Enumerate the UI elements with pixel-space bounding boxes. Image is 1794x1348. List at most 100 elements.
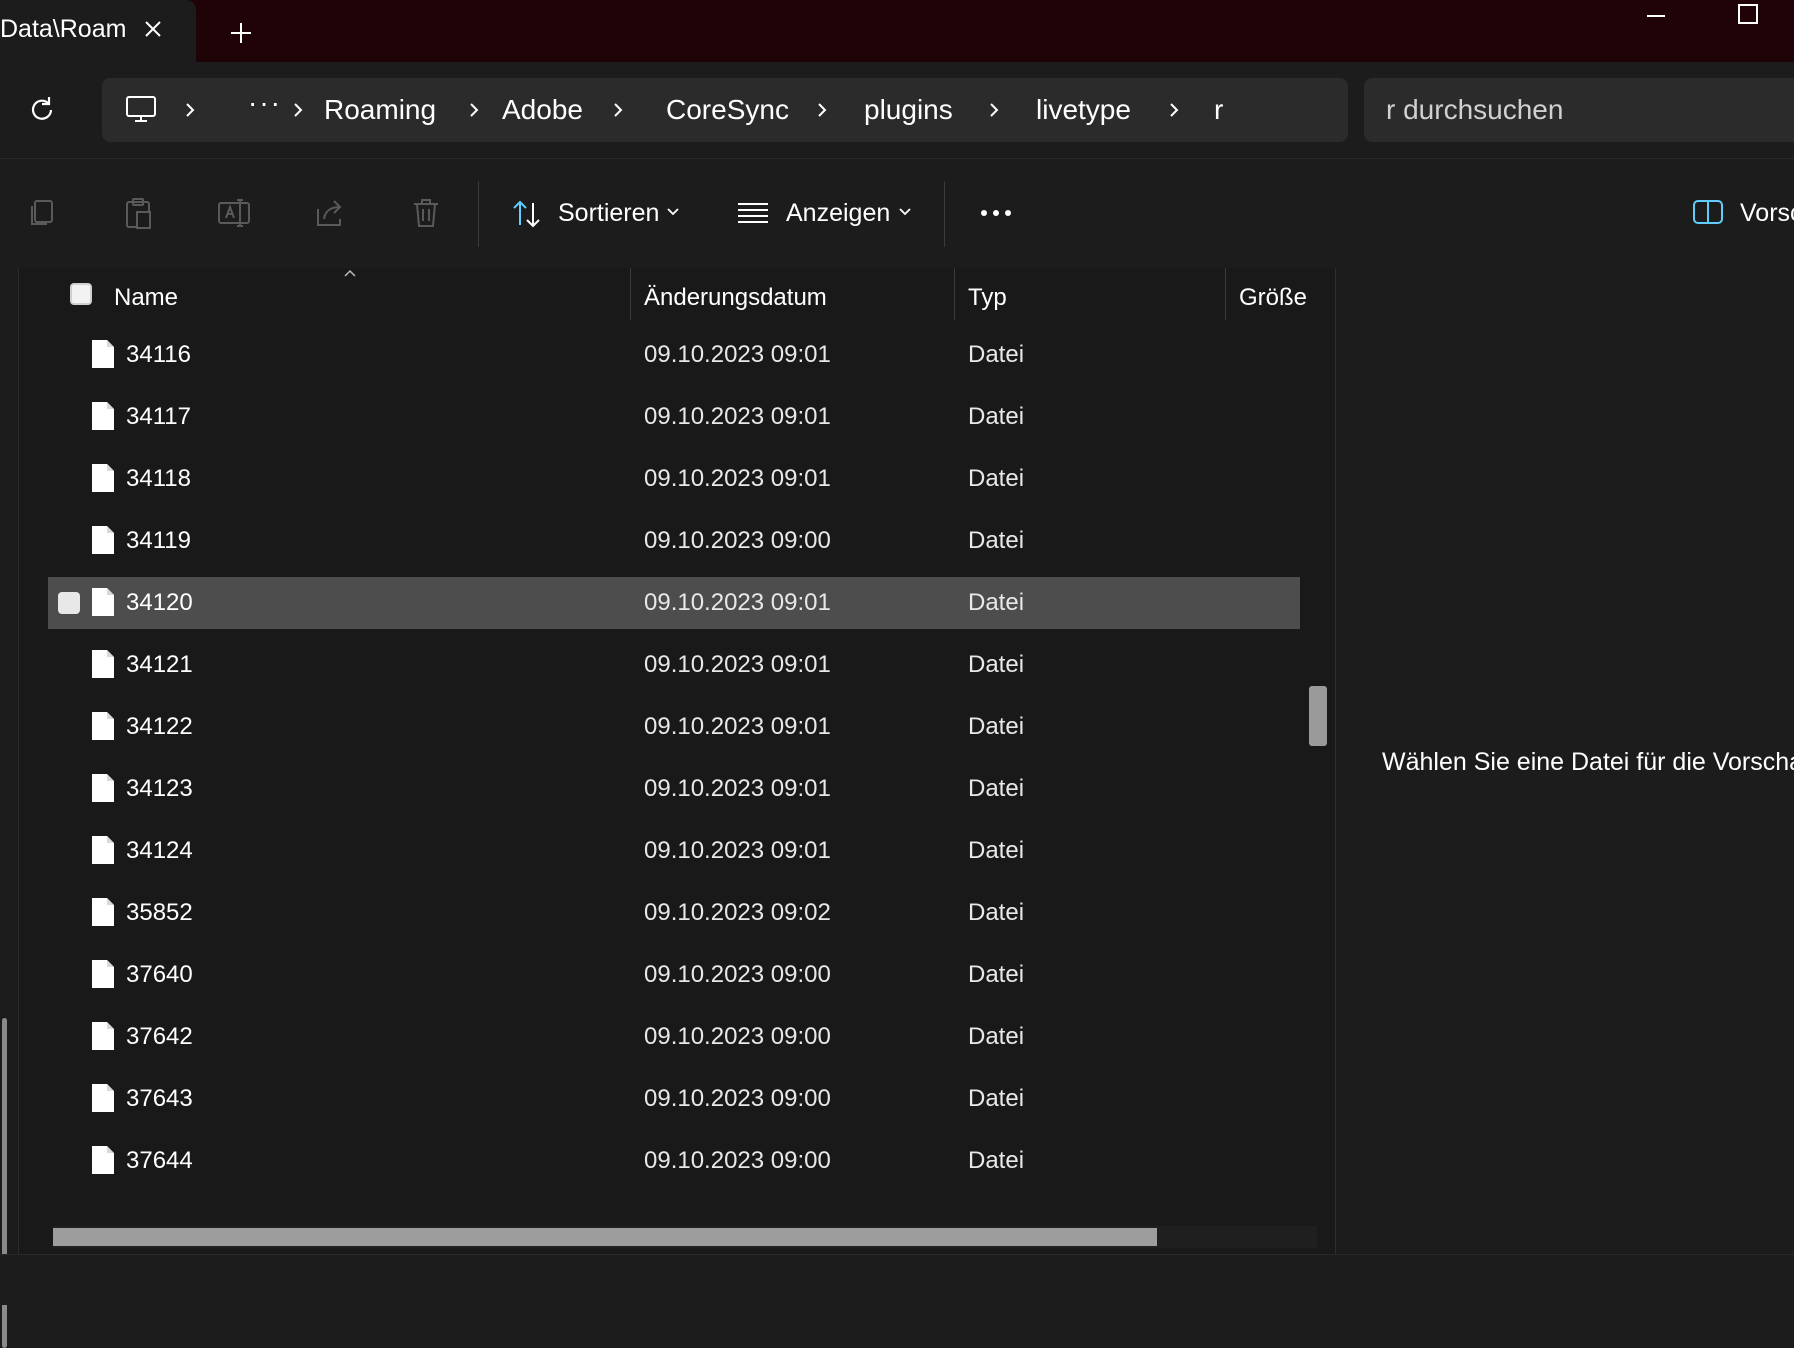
- file-type: Datei: [968, 465, 1025, 492]
- file-icon: [92, 712, 114, 740]
- select-all-checkbox[interactable]: [70, 283, 92, 305]
- file-icon: [92, 650, 114, 678]
- file-row[interactable]: 34119 09.10.2023 09:00 Datei: [48, 515, 1300, 567]
- file-name: 34117: [126, 403, 191, 430]
- file-row[interactable]: 34123 09.10.2023 09:01 Datei: [48, 763, 1300, 815]
- command-bar: Sortieren Anzeigen Vorsc: [0, 158, 1794, 270]
- file-type: Datei: [968, 899, 1025, 926]
- file-type: Datei: [968, 403, 1025, 430]
- view-button[interactable]: Anzeigen: [736, 187, 912, 239]
- breadcrumb-item-plugins[interactable]: plugins: [864, 78, 953, 142]
- file-row[interactable]: 34117 09.10.2023 09:01 Datei: [48, 391, 1300, 443]
- column-header-date[interactable]: Änderungsdatum: [644, 284, 827, 312]
- file-name: 34124: [126, 837, 193, 864]
- breadcrumb-item-r[interactable]: r: [1214, 78, 1223, 142]
- horizontal-scrollbar-thumb[interactable]: [53, 1228, 1157, 1246]
- column-divider[interactable]: [1225, 268, 1226, 320]
- more-options-icon[interactable]: [972, 191, 1020, 235]
- column-divider[interactable]: [630, 268, 631, 320]
- breadcrumb-item-livetype[interactable]: livetype: [1036, 78, 1131, 142]
- column-header-row: Name Änderungsdatum Typ Größe: [19, 268, 1335, 324]
- view-label: Anzeigen: [786, 199, 891, 227]
- file-list: Name Änderungsdatum Typ Größe 34116 09.10…: [19, 268, 1335, 1254]
- chevron-down-icon: [667, 208, 679, 216]
- file-row[interactable]: 34122 09.10.2023 09:01 Datei: [48, 701, 1300, 753]
- paste-icon[interactable]: [118, 193, 158, 233]
- refresh-icon[interactable]: [24, 92, 60, 128]
- breadcrumb-item-coresync[interactable]: CoreSync: [666, 78, 789, 142]
- file-name: 37642: [126, 1023, 193, 1050]
- file-date: 09.10.2023 09:01: [644, 837, 831, 864]
- file-row[interactable]: 35852 09.10.2023 09:02 Datei: [48, 887, 1300, 939]
- file-row[interactable]: 34124 09.10.2023 09:01 Datei: [48, 825, 1300, 877]
- preview-pane-button[interactable]: Vorsc: [1688, 187, 1794, 239]
- minimize-icon[interactable]: [1644, 4, 1668, 28]
- preview-pane: Wählen Sie eine Datei für die Vorschau: [1336, 268, 1794, 1254]
- chevron-right-icon[interactable]: [812, 100, 832, 120]
- file-type: Datei: [968, 713, 1025, 740]
- breadcrumb-item-roaming[interactable]: Roaming: [324, 78, 436, 142]
- chevron-down-icon: [899, 208, 911, 216]
- column-header-name[interactable]: Name: [114, 284, 178, 312]
- file-name: 34121: [126, 651, 193, 678]
- sort-icon: [513, 200, 540, 228]
- file-row[interactable]: 34121 09.10.2023 09:01 Datei: [48, 639, 1300, 691]
- file-rows: 34116 09.10.2023 09:01 Datei 34117 09.10.202…: [19, 324, 1335, 1204]
- file-row[interactable]: 34116 09.10.2023 09:01 Datei: [48, 329, 1300, 381]
- file-icon: [92, 960, 114, 988]
- file-date: 09.10.2023 09:00: [644, 1023, 831, 1050]
- column-header-type[interactable]: Typ: [968, 284, 1007, 312]
- delete-icon[interactable]: [406, 193, 446, 233]
- breadcrumb[interactable]: ··· Roaming Adobe CoreSync plugins livet…: [102, 78, 1348, 142]
- file-icon: [92, 588, 114, 616]
- file-icon: [92, 1022, 114, 1050]
- file-icon: [92, 526, 114, 554]
- file-row[interactable]: 37640 09.10.2023 09:00 Datei: [48, 949, 1300, 1001]
- sort-button[interactable]: Sortieren: [510, 187, 686, 239]
- file-date: 09.10.2023 09:00: [644, 1147, 831, 1174]
- row-checkbox[interactable]: [58, 592, 80, 614]
- sort-up-icon: [344, 269, 356, 277]
- vertical-scrollbar-thumb[interactable]: [1309, 686, 1327, 746]
- computer-icon[interactable]: [124, 92, 158, 126]
- breadcrumb-item-adobe[interactable]: Adobe: [502, 78, 583, 142]
- close-icon[interactable]: [138, 14, 168, 44]
- file-name: 34119: [126, 527, 191, 554]
- file-row[interactable]: 37643 09.10.2023 09:00 Datei: [48, 1073, 1300, 1125]
- file-icon: [92, 340, 114, 368]
- status-bar: [0, 1254, 1794, 1305]
- file-row[interactable]: 34120 09.10.2023 09:01 Datei: [48, 577, 1300, 629]
- file-icon: [92, 1146, 114, 1174]
- chevron-right-icon[interactable]: [180, 100, 200, 120]
- sort-label: Sortieren: [558, 199, 660, 227]
- plus-icon[interactable]: [224, 16, 258, 50]
- tab-active[interactable]: Data\Roam: [0, 0, 196, 62]
- file-name: 35852: [126, 899, 193, 926]
- chevron-right-icon[interactable]: [984, 100, 1004, 120]
- rename-icon[interactable]: [214, 193, 254, 233]
- chevron-right-icon[interactable]: [464, 100, 484, 120]
- file-icon: [92, 898, 114, 926]
- file-date: 09.10.2023 09:01: [644, 403, 831, 430]
- column-divider[interactable]: [954, 268, 955, 320]
- file-row[interactable]: 37644 09.10.2023 09:00 Datei: [48, 1135, 1300, 1187]
- title-bar: Data\Roam: [0, 0, 1794, 62]
- file-name: 37643: [126, 1085, 193, 1112]
- file-type: Datei: [968, 1147, 1025, 1174]
- breadcrumb-overflow[interactable]: ···: [248, 78, 282, 142]
- file-date: 09.10.2023 09:01: [644, 651, 831, 678]
- copy-icon[interactable]: [22, 193, 62, 233]
- column-header-size[interactable]: Größe: [1239, 284, 1307, 312]
- maximize-icon[interactable]: [1736, 2, 1760, 26]
- file-row[interactable]: 37642 09.10.2023 09:00 Datei: [48, 1011, 1300, 1063]
- share-icon[interactable]: [310, 193, 350, 233]
- list-view-icon: [738, 203, 768, 223]
- search-input[interactable]: r durchsuchen: [1364, 78, 1794, 142]
- chevron-right-icon[interactable]: [1164, 100, 1184, 120]
- file-date: 09.10.2023 09:01: [644, 589, 831, 616]
- file-type: Datei: [968, 837, 1025, 864]
- chevron-right-icon[interactable]: [608, 100, 628, 120]
- file-date: 09.10.2023 09:02: [644, 899, 831, 926]
- file-row[interactable]: 34118 09.10.2023 09:01 Datei: [48, 453, 1300, 505]
- chevron-right-icon[interactable]: [288, 100, 308, 120]
